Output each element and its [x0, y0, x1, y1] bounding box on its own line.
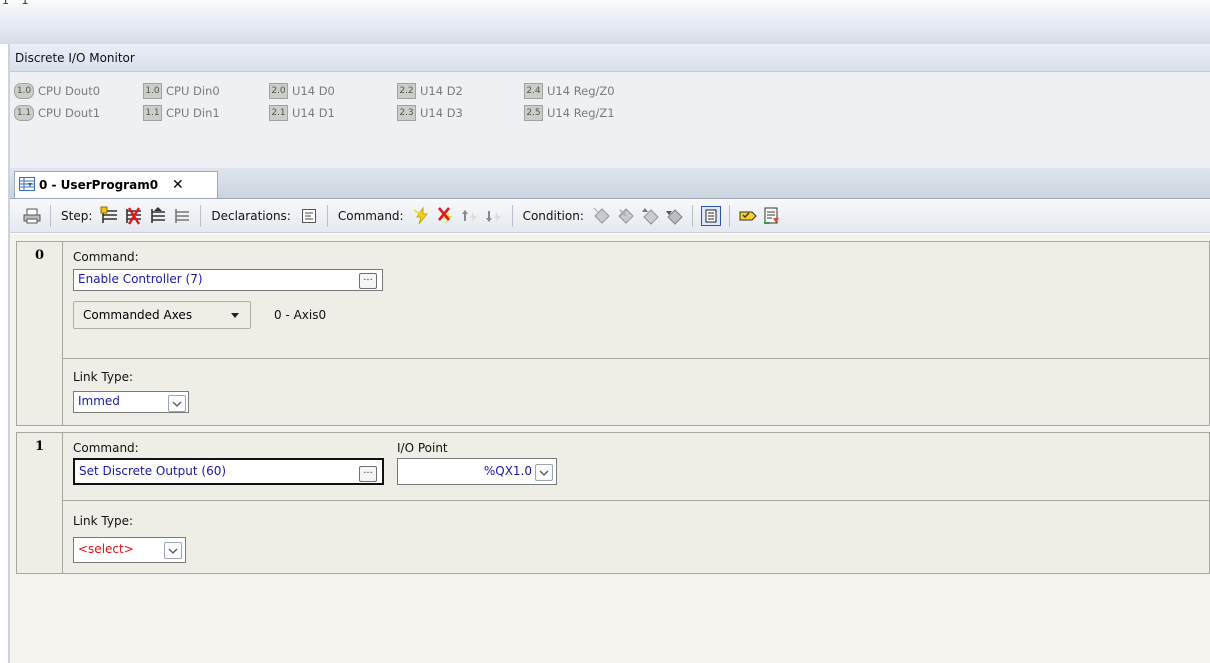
io-label: CPU Din0 — [166, 84, 220, 98]
detail-view-icon[interactable] — [700, 205, 721, 226]
io-point[interactable]: 1.0 CPU Din0 — [143, 83, 269, 99]
compile-icon[interactable] — [738, 206, 758, 226]
top-clipped-text: 1 1 — [2, 0, 29, 7]
io-badge: 1.1 — [143, 105, 162, 121]
io-point[interactable]: 2.2 U14 D2 — [397, 83, 524, 99]
program-editor: 0 Command: Enable Controller (7) ... Com… — [10, 234, 1210, 663]
toolbar-separator — [200, 204, 202, 227]
toolbar-separator — [511, 204, 513, 227]
command-value: Enable Controller (7) — [78, 272, 203, 286]
tab-title: 0 - UserProgram0 — [39, 178, 159, 192]
io-point-caption: I/O Point — [397, 441, 448, 455]
io-point[interactable]: 1.0 CPU Dout0 — [14, 83, 143, 99]
command-label: Command: — [337, 208, 404, 223]
command-field[interactable]: Set Discrete Output (60) — [73, 458, 384, 485]
move-condition-up-icon[interactable] — [640, 206, 660, 226]
insert-step-above-icon[interactable] — [148, 206, 168, 226]
step-number: 0 — [17, 242, 63, 425]
io-badge: 2.1 — [269, 105, 288, 121]
move-command-down-icon[interactable] — [484, 206, 504, 226]
command-caption: Command: — [73, 441, 139, 455]
io-label: U14 D2 — [420, 84, 463, 98]
insert-step-below-icon[interactable] — [172, 206, 192, 226]
io-label: CPU Dout1 — [38, 106, 101, 120]
io-label: U14 D0 — [292, 84, 335, 98]
delete-command-icon[interactable] — [436, 206, 456, 226]
link-type-caption: Link Type: — [73, 514, 133, 528]
program-toolbar: Step: Declarations: Command: Condition: — [10, 199, 1210, 233]
move-command-up-icon[interactable] — [460, 206, 480, 226]
io-badge: 2.3 — [397, 105, 416, 121]
toolbar-separator — [326, 204, 328, 227]
io-badge: 2.5 — [524, 105, 543, 121]
monitor-row: 1.1 CPU Dout1 1.1 CPU Din1 2.1 U14 D1 2.3 U1… — [14, 102, 654, 124]
chevron-down-icon[interactable] — [168, 395, 186, 412]
io-badge: 1.0 — [14, 83, 34, 99]
discrete-io-monitor: Discrete I/O Monitor 1.0 CPU Dout0 1.0 CPU… — [10, 44, 1210, 156]
block-divider — [63, 500, 1209, 501]
block-divider — [63, 358, 1209, 359]
io-point[interactable]: 1.1 CPU Din1 — [143, 105, 269, 121]
io-badge: 1.1 — [14, 105, 34, 121]
axes-value: 0 - Axis0 — [274, 308, 327, 322]
io-badge: 2.2 — [397, 83, 416, 99]
add-command-icon[interactable] — [412, 205, 432, 226]
command-browse-button[interactable]: ... — [359, 466, 377, 482]
chevron-down-icon[interactable] — [164, 542, 182, 559]
add-condition-icon[interactable] — [592, 206, 612, 226]
dropdown-arrow-icon — [230, 302, 240, 337]
io-label: CPU Din1 — [166, 106, 220, 120]
command-caption: Command: — [73, 250, 139, 264]
window-top-band: 1 1 — [0, 0, 1210, 44]
io-label: U14 D1 — [292, 106, 335, 120]
delete-step-icon[interactable] — [124, 206, 144, 226]
io-label: U14 D3 — [420, 106, 463, 120]
link-type-caption: Link Type: — [73, 370, 133, 384]
print-icon[interactable] — [22, 206, 42, 226]
delete-condition-icon[interactable] — [616, 206, 636, 226]
step-number: 1 — [17, 433, 63, 573]
io-label: CPU Dout0 — [38, 84, 101, 98]
io-point[interactable]: 2.1 U14 D1 — [269, 105, 397, 121]
io-label: U14 Reg/Z1 — [547, 106, 615, 120]
io-label: U14 Reg/Z0 — [547, 84, 615, 98]
io-point[interactable]: 2.4 U14 Reg/Z0 — [524, 83, 654, 99]
io-badge: 2.0 — [269, 83, 288, 99]
command-value: Set Discrete Output (60) — [79, 464, 227, 478]
toolbar-separator — [691, 204, 693, 227]
program-icon — [19, 176, 35, 194]
declarations-label: Declarations: — [211, 208, 291, 223]
add-step-icon[interactable] — [100, 206, 120, 226]
declarations-icon[interactable] — [299, 206, 319, 226]
link-type-value: Immed — [78, 394, 120, 408]
io-point[interactable]: 2.3 U14 D3 — [397, 105, 524, 121]
step-label: Step: — [61, 208, 93, 223]
commanded-axes-label: Commanded Axes — [83, 308, 193, 322]
link-type-value: <select> — [78, 542, 134, 556]
document-tab-bar: 0 - UserProgram0 ✕ — [10, 168, 1210, 199]
toolbar-separator — [50, 204, 51, 227]
toolbar-separator — [728, 204, 730, 227]
monitor-title: Discrete I/O Monitor — [10, 44, 1210, 72]
tab-userprogram0[interactable]: 0 - UserProgram0 ✕ — [14, 171, 218, 198]
io-point[interactable]: 2.5 U14 Reg/Z1 — [524, 105, 654, 121]
io-point-value: %QX1.0 — [483, 464, 532, 478]
move-condition-down-icon[interactable] — [664, 206, 684, 226]
close-icon[interactable]: ✕ — [172, 177, 184, 193]
io-badge: 2.4 — [524, 83, 543, 99]
monitor-row: 1.0 CPU Dout0 1.0 CPU Din0 2.0 U14 D0 2.2 U1… — [14, 80, 654, 102]
io-point[interactable]: 1.1 CPU Dout1 — [14, 105, 143, 121]
commanded-axes-dropdown[interactable]: Commanded Axes — [73, 301, 251, 329]
step-block: 0 Command: Enable Controller (7) ... Com… — [16, 241, 1210, 426]
step-block: 1 Command: Set Discrete Output (60) ... … — [16, 432, 1210, 574]
condition-label: Condition: — [522, 208, 584, 223]
program-report-icon[interactable] — [762, 206, 782, 226]
chevron-down-icon[interactable] — [535, 464, 553, 481]
monitor-grid: 1.0 CPU Dout0 1.0 CPU Din0 2.0 U14 D0 2.2 U1… — [14, 80, 654, 124]
io-badge: 1.0 — [143, 83, 162, 99]
io-point[interactable]: 2.0 U14 D0 — [269, 83, 397, 99]
command-field[interactable]: Enable Controller (7) — [73, 269, 383, 291]
command-browse-button[interactable]: ... — [359, 273, 377, 289]
io-point-select[interactable]: %QX1.0 — [397, 458, 557, 485]
